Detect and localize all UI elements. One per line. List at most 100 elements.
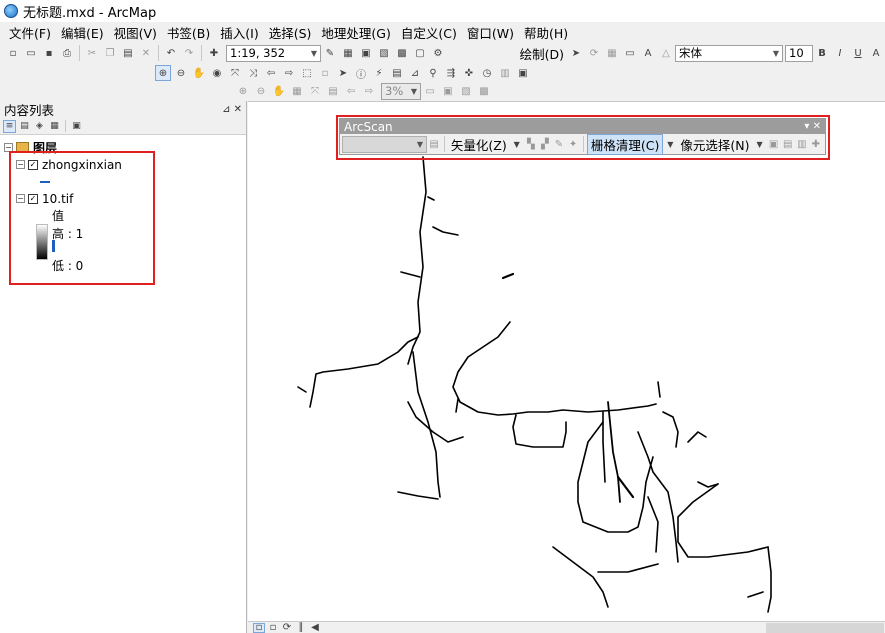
full-extent-icon[interactable]: ◉ <box>209 65 225 81</box>
layout-view-icon[interactable]: ▫ <box>267 622 279 633</box>
open-folder-icon[interactable]: ▭ <box>23 45 39 61</box>
list-by-drawing-order-icon[interactable]: ≡ <box>3 119 16 133</box>
add-data-icon[interactable]: ✚ <box>206 45 222 61</box>
toc-highlight-box <box>9 151 155 285</box>
pan-icon[interactable]: ✋ <box>191 65 207 81</box>
save-icon[interactable]: ▪ <box>41 45 57 61</box>
zoom-out-icon[interactable]: ⊖ <box>173 65 189 81</box>
font-name-combo[interactable]: 宋体 ▼ <box>675 44 783 62</box>
zoom-in-icon[interactable]: ⊕ <box>155 65 171 81</box>
new-document-icon[interactable]: ▫ <box>5 45 21 61</box>
measure-icon[interactable]: ⊿ <box>407 65 423 81</box>
clear-selection-icon[interactable]: ▫ <box>317 65 333 81</box>
layout-zoom-out-icon[interactable]: ⊖ <box>253 83 269 99</box>
fixed-zoom-in-icon[interactable]: ⤧ <box>227 65 243 81</box>
map-scale-value: 1:19, 352 <box>230 46 286 60</box>
toc-window-controls[interactable]: ⊿ ✕ <box>222 104 242 115</box>
toc-header: 内容列表 ⊿ ✕ <box>0 101 246 118</box>
swipe-icon[interactable]: ▥ <box>497 65 513 81</box>
select-elements-icon[interactable]: ➤ <box>568 45 584 61</box>
title-bar: 无标题.mxd - ArcMap <box>0 0 885 22</box>
map-scale-combo[interactable]: 1:19, 352 ▼ <box>226 44 321 62</box>
edit-vertices-icon[interactable]: △ <box>658 45 674 61</box>
data-view-icon[interactable]: ▫ <box>253 622 265 633</box>
model-builder-icon[interactable]: ⚙ <box>430 45 446 61</box>
focus-data-frame-icon[interactable]: ▣ <box>440 83 456 99</box>
italic-button[interactable]: I <box>832 45 848 61</box>
layout-zoom-in-icon[interactable]: ⊕ <box>235 83 251 99</box>
rectangle-icon[interactable]: ▭ <box>622 45 638 61</box>
scroll-left-arrow-icon[interactable]: ◀ <box>309 622 321 633</box>
search-window-icon[interactable]: ▧ <box>376 45 392 61</box>
zoom-percent-combo[interactable]: 3% ▼ <box>381 82 421 100</box>
menu-windows[interactable]: 窗口(W) <box>462 23 519 42</box>
go-to-xy-icon[interactable]: ✜ <box>461 65 477 81</box>
data-driven-pages-icon[interactable]: ▩ <box>476 83 492 99</box>
hyperlink-icon[interactable]: ⚡ <box>371 65 387 81</box>
refresh-icon[interactable]: ⟳ <box>281 622 293 633</box>
undo-icon[interactable]: ↶ <box>163 45 179 61</box>
copy-icon[interactable]: ❐ <box>102 45 118 61</box>
forward-arrow-icon[interactable]: ⇨ <box>281 65 297 81</box>
redo-icon[interactable]: ↷ <box>181 45 197 61</box>
layout-forward-icon[interactable]: ⇨ <box>361 83 377 99</box>
select-features-icon[interactable]: ⬚ <box>299 65 315 81</box>
select-elements-icon[interactable]: ➤ <box>335 65 351 81</box>
window-title: 无标题.mxd - ArcMap <box>23 5 157 21</box>
fixed-zoom-out-icon[interactable]: ⤨ <box>245 65 261 81</box>
menu-help[interactable]: 帮助(H) <box>519 23 573 42</box>
menu-bookmarks[interactable]: 书签(B) <box>162 23 215 42</box>
identify-icon[interactable]: ⓘ <box>353 65 369 81</box>
menu-edit[interactable]: 编辑(E) <box>56 23 109 42</box>
toc-toolbar: ≡ ▤ ◈ ▦ ▣ <box>0 118 246 135</box>
layout-pan-icon[interactable]: ✋ <box>271 83 287 99</box>
print-icon[interactable]: ⎙ <box>59 45 75 61</box>
list-by-visibility-icon[interactable]: ◈ <box>33 120 46 133</box>
python-window-icon[interactable]: ▢ <box>412 45 428 61</box>
layout-fixed-zoom-icon[interactable]: ⤧ <box>307 83 323 99</box>
horizontal-scrollbar-thumb[interactable] <box>766 622 884 633</box>
arctoolbox-icon[interactable]: ▩ <box>394 45 410 61</box>
text-icon[interactable]: A <box>640 45 656 61</box>
editor-toolbar-icon[interactable]: ✎ <box>322 45 338 61</box>
back-arrow-icon[interactable]: ⇦ <box>263 65 279 81</box>
list-by-source-icon[interactable]: ▤ <box>18 120 31 133</box>
cut-icon[interactable]: ✂ <box>84 45 100 61</box>
menu-view[interactable]: 视图(V) <box>109 23 162 42</box>
menu-insert[interactable]: 插入(I) <box>215 23 263 42</box>
rotate-icon[interactable]: ⟳ <box>586 45 602 61</box>
tools-toolbar: ⊕ ⊖ ✋ ◉ ⤧ ⤨ ⇦ ⇨ ⬚ ▫ ➤ ⓘ ⚡ ▤ ⊿ ⚲ ⇶ ✜ ◷ ▥ … <box>150 63 650 83</box>
bold-button[interactable]: B <box>814 45 830 61</box>
chevron-down-icon: ▼ <box>310 48 317 58</box>
zoom-100-icon[interactable]: ▦ <box>289 83 305 99</box>
layout-zoom-whole-page-icon[interactable]: ▤ <box>325 83 341 99</box>
menu-file[interactable]: 文件(F) <box>4 23 56 42</box>
options-icon[interactable]: ▣ <box>70 120 83 133</box>
menu-customize[interactable]: 自定义(C) <box>396 23 462 42</box>
menu-geoprocessing[interactable]: 地理处理(G) <box>316 23 395 42</box>
zoom-whole-page-icon[interactable]: ▦ <box>604 45 620 61</box>
map-display[interactable] <box>248 101 885 621</box>
table-of-contents-icon[interactable]: ▦ <box>340 45 356 61</box>
pause-drawing-icon[interactable]: ∥ <box>295 622 307 633</box>
paste-icon[interactable]: ▤ <box>120 45 136 61</box>
viewer-window-icon[interactable]: ▣ <box>515 65 531 81</box>
font-size-combo[interactable]: 10 <box>785 44 813 62</box>
menu-bar: 文件(F) 编辑(E) 视图(V) 书签(B) 插入(I) 选择(S) 地理处理… <box>0 22 885 43</box>
underline-button[interactable]: U <box>850 45 866 61</box>
find-icon[interactable]: ⚲ <box>425 65 441 81</box>
separator <box>65 120 66 132</box>
catalog-icon[interactable]: ▣ <box>358 45 374 61</box>
find-route-icon[interactable]: ⇶ <box>443 65 459 81</box>
delete-icon[interactable]: ✕ <box>138 45 154 61</box>
font-color-icon[interactable]: A <box>868 45 884 61</box>
change-layout-icon[interactable]: ▧ <box>458 83 474 99</box>
list-by-selection-icon[interactable]: ▦ <box>48 120 61 133</box>
menu-selection[interactable]: 选择(S) <box>264 23 317 42</box>
toggle-draft-icon[interactable]: ▭ <box>422 83 438 99</box>
layout-toolbar: ⊕ ⊖ ✋ ▦ ⤧ ▤ ⇦ ⇨ 3% ▼ ▭ ▣ ▧ ▩ <box>230 81 830 101</box>
layout-back-icon[interactable]: ⇦ <box>343 83 359 99</box>
draw-menu[interactable]: 绘制(D) <box>517 44 567 63</box>
html-popup-icon[interactable]: ▤ <box>389 65 405 81</box>
time-slider-icon[interactable]: ◷ <box>479 65 495 81</box>
